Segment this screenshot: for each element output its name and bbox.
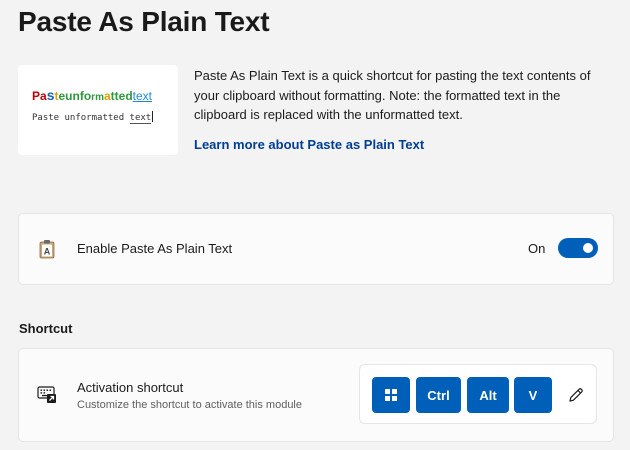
shortcut-setting-card: Activation shortcut Customize the shortc…: [18, 348, 614, 442]
preview-segment: Pa: [32, 89, 47, 103]
paste-plain-text-icon: A: [39, 239, 55, 259]
keyboard-shortcut-icon: [37, 386, 57, 404]
enable-label: Enable Paste As Plain Text: [77, 241, 233, 256]
plain-preview-underlined: text: [129, 113, 152, 124]
alt-key: Alt: [467, 377, 509, 413]
formatted-text-preview: Paste unformatted text: [32, 87, 152, 103]
activation-shortcut-title: Activation shortcut: [77, 380, 184, 395]
plain-preview-prefix: Paste unformatted: [32, 113, 130, 123]
preview-segment: unfo: [65, 89, 92, 103]
preview-segment: tt: [110, 89, 119, 103]
preview-segment: a: [103, 89, 111, 103]
plain-text-preview: Paste unformatted text: [32, 111, 154, 124]
windows-icon: [385, 389, 397, 401]
preview-segment: ed: [118, 89, 133, 103]
text-caret: [152, 111, 154, 122]
hero-preview-image: Paste unformatted text Paste unformatted…: [18, 65, 178, 155]
toggle-state-label: On: [528, 241, 546, 256]
svg-text:A: A: [44, 247, 51, 257]
preview-segment: rm: [91, 92, 104, 103]
windows-key: [372, 377, 410, 413]
toggle-knob: [583, 243, 593, 253]
ctrl-key: Ctrl: [416, 377, 461, 413]
v-key: V: [514, 377, 552, 413]
learn-more-link[interactable]: Learn more about Paste as Plain Text: [194, 137, 424, 152]
shortcut-keys-editor[interactable]: Ctrl Alt V: [359, 364, 597, 424]
preview-segment: e: [58, 89, 66, 103]
preview-segment: text: [132, 89, 153, 103]
module-description: Paste As Plain Text is a quick shortcut …: [194, 68, 591, 122]
pencil-icon[interactable]: [567, 386, 585, 404]
enable-setting-card: A Enable Paste As Plain Text On: [18, 213, 614, 285]
enable-toggle[interactable]: [558, 238, 598, 258]
shortcut-section-title: Shortcut: [19, 321, 73, 336]
page-title: Paste As Plain Text: [18, 6, 270, 37]
activation-shortcut-description: Customize the shortcut to activate this …: [77, 399, 302, 411]
preview-segment: s: [46, 87, 55, 103]
